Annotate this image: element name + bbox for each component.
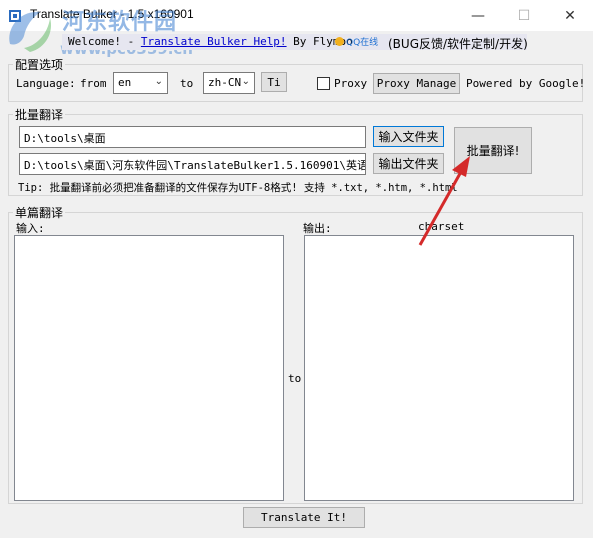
help-link[interactable]: Translate Bulker Help! [141, 35, 287, 48]
batch-group-title: 批量翻译 [13, 106, 66, 123]
watermark-logo [2, 4, 58, 54]
output-label: 输出: [303, 222, 332, 235]
input-textarea[interactable] [14, 235, 284, 501]
input-folder-field[interactable]: D:\tools\桌面 [19, 126, 366, 148]
output-textarea[interactable] [304, 235, 574, 501]
batch-translate-button[interactable]: 批量翻译! [454, 127, 532, 174]
qq-icon [335, 37, 344, 46]
minimize-button[interactable]: — [455, 0, 501, 31]
output-folder-button[interactable]: 输出文件夹 [373, 153, 444, 174]
welcome-prefix: Welcome! - [68, 35, 141, 48]
to-arrow-label: to [288, 372, 302, 385]
close-button[interactable]: ✕ [547, 0, 593, 31]
close-icon: ✕ [564, 7, 576, 24]
language-label: Language: [16, 77, 76, 90]
ti-button[interactable]: Ti [261, 72, 287, 92]
config-group-title: 配置选项 [13, 56, 66, 73]
powered-by-label: Powered by Google! [466, 77, 586, 90]
proxy-manage-button[interactable]: Proxy Manage [373, 73, 460, 94]
minimize-icon: — [471, 7, 485, 24]
from-language-select[interactable]: en ⌄ [113, 72, 168, 94]
from-language-value: en [118, 76, 132, 89]
to-label: to [180, 77, 194, 90]
proxy-label: Proxy [334, 77, 368, 90]
to-language-value: zh-CN [208, 76, 242, 89]
qq-label: QQ在线 [346, 38, 379, 48]
welcome-text: Welcome! - Translate Bulker Help! By Fly… [68, 35, 353, 48]
chevron-down-icon: ⌄ [154, 76, 163, 87]
maximize-icon: ☐ [517, 7, 531, 24]
input-folder-button[interactable]: 输入文件夹 [373, 126, 444, 147]
translate-it-button[interactable]: Translate It! [243, 507, 365, 528]
bug-feedback-text: (BUG反馈/软件定制/开发) [388, 37, 528, 51]
tip-text: Tip: 批量翻译前必须把准备翻译的文件保存为UTF-8格式! 支持 *.txt… [18, 182, 458, 194]
chevron-down-icon: ⌄ [241, 76, 250, 87]
maximize-button[interactable]: ☐ [501, 0, 547, 31]
to-language-select[interactable]: zh-CN ⌄ [203, 72, 255, 94]
output-folder-field[interactable]: D:\tools\桌面\河东软件园\TranslateBulker1.5.160… [19, 153, 366, 175]
input-label: 输入: [16, 222, 45, 235]
proxy-checkbox[interactable] [317, 77, 330, 90]
from-label: from [80, 77, 107, 90]
qq-online-link[interactable]: QQ在线 [335, 35, 378, 48]
single-group-title: 单篇翻译 [13, 204, 66, 221]
charset-label: charset [418, 220, 465, 233]
watermark-site-name: 河东软件园 [62, 10, 178, 35]
